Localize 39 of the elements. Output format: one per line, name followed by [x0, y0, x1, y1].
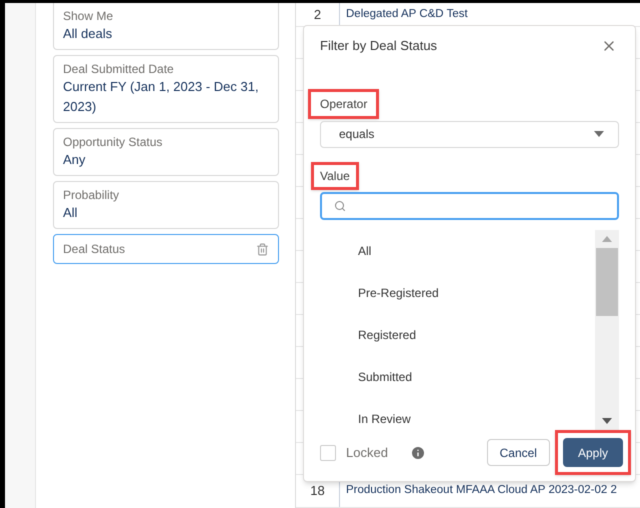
filter-label: Probability	[63, 187, 120, 203]
row-number: 2	[314, 6, 322, 24]
status-option[interactable]: In Review	[358, 398, 595, 430]
cancel-button[interactable]: Cancel	[486, 439, 550, 466]
operator-label: Operator	[308, 89, 380, 120]
filter-value: Any	[63, 151, 86, 169]
scrollbar-thumb[interactable]	[596, 248, 618, 316]
value-search-field[interactable]	[320, 192, 619, 220]
locked-label: Locked	[346, 444, 388, 462]
filter-value: All	[63, 204, 78, 222]
operator-select[interactable]: equals	[320, 121, 619, 148]
table-cell[interactable]: Production Shakeout MFAAA Cloud AP 2023-02-02 2	[346, 482, 617, 500]
status-option[interactable]: All	[358, 230, 595, 272]
trash-icon[interactable]	[256, 242, 269, 256]
value-label: Value	[311, 162, 359, 190]
apply-button[interactable]: Apply	[562, 438, 623, 467]
filter-label: Opportunity Status	[63, 134, 164, 150]
filter-value: All deals	[63, 25, 114, 43]
status-option[interactable]: Registered	[358, 314, 595, 356]
filter-card[interactable]: Deal Submitted Date Current FY (Jan 1, 2023 - Dec 31, 2023)	[53, 55, 279, 123]
filter-label: Show Me	[63, 8, 114, 24]
search-icon	[334, 200, 346, 212]
info-icon[interactable]	[410, 444, 426, 460]
filter-card[interactable]: Deal Status	[53, 234, 279, 264]
scroll-up-icon[interactable]	[602, 236, 612, 242]
filter-value: Current FY (Jan 1, 2023 - Dec 31, 2023)	[63, 78, 260, 116]
row-number: 18	[310, 482, 325, 500]
filter-card[interactable]: Probability All	[53, 181, 279, 229]
scroll-down-icon[interactable]	[602, 418, 612, 424]
filter-label: Deal Submitted Date	[63, 61, 175, 77]
status-option[interactable]: Pre-Registered	[358, 272, 595, 314]
filter-label: Deal Status	[63, 241, 126, 257]
locked-checkbox[interactable]	[320, 444, 336, 460]
filter-card[interactable]: Opportunity Status Any	[53, 128, 279, 176]
caret-icon	[594, 131, 604, 138]
status-option[interactable]: Submitted	[358, 356, 595, 398]
table-cell[interactable]: Delegated AP C&D Test	[346, 6, 468, 24]
filter-card[interactable]: Show Me All deals	[53, 3, 279, 50]
popover-title: Filter by Deal Status	[320, 36, 438, 55]
